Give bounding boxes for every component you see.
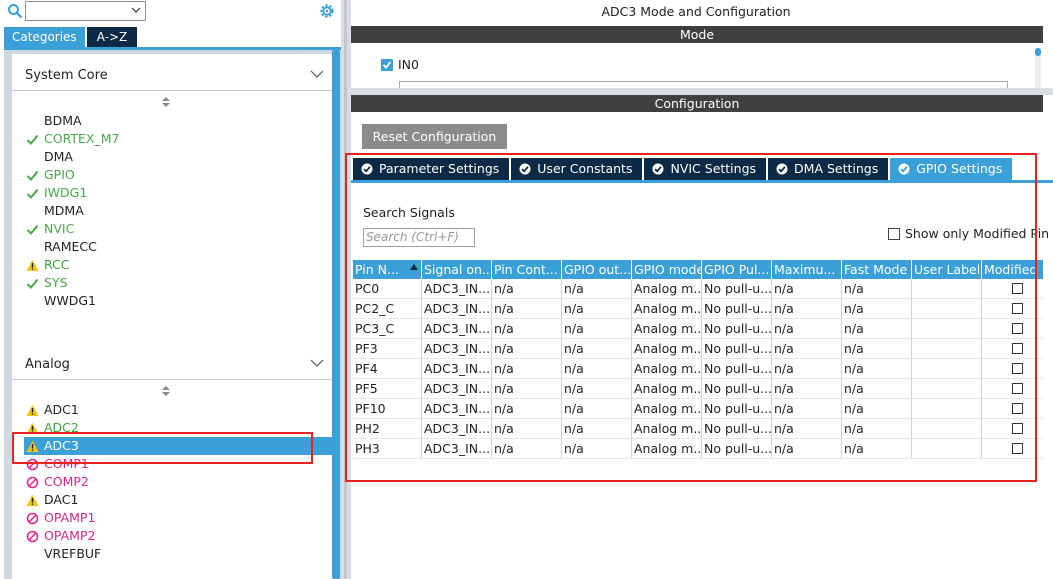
peripheral-tree-scroll-area: System Core BDMA CORTEX_M7 DMA GPIO IWDG1 MDM… [4, 50, 344, 579]
disabled-icon [26, 512, 39, 525]
section-splitter[interactable] [351, 88, 1053, 95]
in0-checkbox[interactable] [381, 59, 393, 71]
peripheral-item-rcc[interactable]: RCC [12, 256, 334, 274]
in0-label: IN0 [398, 57, 419, 72]
group-title: System Core [25, 68, 108, 83]
check-icon [26, 170, 39, 181]
configuration-panel: ADC3 Mode and Configuration Mode IN0 Con… [345, 0, 1053, 579]
peripheral-item-dma[interactable]: DMA [12, 148, 334, 166]
peripheral-item-opamp1[interactable]: OPAMP1 [12, 509, 334, 527]
highlight-box [345, 153, 1037, 482]
check-icon [26, 278, 39, 289]
peripheral-item-dac1[interactable]: DAC1 [12, 491, 334, 509]
sort-icon[interactable] [161, 385, 171, 397]
peripheral-item-opamp2[interactable]: OPAMP2 [12, 527, 334, 545]
disabled-icon [26, 530, 39, 543]
peripheral-item-gpio[interactable]: GPIO [12, 166, 334, 184]
peripheral-item-adc1[interactable]: ADC1 [12, 401, 334, 419]
chevron-down-icon [310, 359, 324, 367]
view-mode-tabs: Categories A->Z [4, 27, 138, 47]
peripheral-label: CORTEX_M7 [44, 131, 120, 146]
peripheral-label: DMA [44, 149, 73, 164]
peripheral-label: BDMA [44, 113, 82, 128]
peripheral-item-wwdg1[interactable]: WWDG1 [12, 292, 334, 310]
check-icon [26, 188, 39, 199]
peripheral-item-nvic[interactable]: NVIC [12, 220, 334, 238]
peripheral-label: VREFBUF [44, 546, 102, 561]
system-core-list: BDMA CORTEX_M7 DMA GPIO IWDG1 MDMA NVIC RAMECC R… [12, 112, 334, 310]
analog-list: ADC1 ADC2 ADC3 COMP1 COMP2 DAC1 OPAMP1 OPAMP2 VR… [12, 401, 334, 563]
gear-icon[interactable] [318, 2, 336, 20]
peripheral-item-sys[interactable]: SYS [12, 274, 334, 292]
peripheral-label: NVIC [44, 221, 75, 236]
stm32cubemx-window: Categories A->Z System Core BDMA CORTEX_M… [0, 0, 1053, 579]
peripheral-label: IWDG1 [44, 185, 88, 200]
highlight-box [12, 432, 313, 464]
sort-icon[interactable] [161, 96, 171, 108]
peripheral-label: RAMECC [44, 239, 97, 254]
peripheral-label: MDMA [44, 203, 84, 218]
mode-area: IN0 [351, 43, 1043, 89]
warning-icon [26, 494, 39, 506]
warning-icon [26, 259, 39, 271]
tab-categories[interactable]: Categories [4, 27, 85, 47]
peripheral-label: DAC1 [44, 492, 79, 507]
peripheral-tree-panel: Categories A->Z System Core BDMA CORTEX_M… [0, 0, 344, 579]
group-divider [12, 379, 334, 380]
tab-a-z[interactable]: A->Z [84, 27, 138, 47]
search-combobox[interactable] [25, 1, 146, 21]
peripheral-label: SYS [44, 275, 68, 290]
chevron-down-icon [310, 70, 324, 78]
peripheral-label: COMP2 [44, 474, 89, 489]
peripheral-item-ramecc[interactable]: RAMECC [12, 238, 334, 256]
peripheral-label: ADC1 [44, 402, 79, 417]
search-icon[interactable] [7, 3, 23, 19]
peripheral-item-mdma[interactable]: MDMA [12, 202, 334, 220]
peripheral-label: OPAMP2 [44, 528, 96, 543]
left-scrollbar[interactable] [332, 50, 340, 579]
group-divider [12, 90, 334, 91]
chevron-down-icon [131, 7, 141, 13]
mode-header: Mode [351, 26, 1043, 43]
check-icon [26, 224, 39, 235]
configuration-header: Configuration [351, 95, 1043, 112]
peripheral-label: OPAMP1 [44, 510, 96, 525]
peripheral-label: WWDG1 [44, 293, 96, 308]
peripheral-item-iwdg1[interactable]: IWDG1 [12, 184, 334, 202]
reset-configuration-button[interactable]: Reset Configuration [362, 124, 507, 149]
peripheral-tree: System Core BDMA CORTEX_M7 DMA GPIO IWDG1 MDM… [12, 54, 334, 579]
check-icon [26, 134, 39, 145]
peripheral-item-vrefbuf[interactable]: VREFBUF [12, 545, 334, 563]
peripheral-item-cortex-m7[interactable]: CORTEX_M7 [12, 130, 334, 148]
peripheral-label: RCC [44, 257, 70, 272]
group-title: Analog [25, 357, 70, 372]
group-analog[interactable]: Analog [12, 349, 334, 379]
peripheral-item-bdma[interactable]: BDMA [12, 112, 334, 130]
disabled-icon [26, 476, 39, 489]
group-system-core[interactable]: System Core [12, 60, 334, 90]
peripheral-label: GPIO [44, 167, 75, 182]
peripheral-item-comp2[interactable]: COMP2 [12, 473, 334, 491]
warning-icon [26, 404, 39, 416]
panel-title: ADC3 Mode and Configuration [601, 4, 791, 19]
check-icon [382, 61, 392, 69]
mode-scrollbar[interactable] [1035, 48, 1041, 88]
